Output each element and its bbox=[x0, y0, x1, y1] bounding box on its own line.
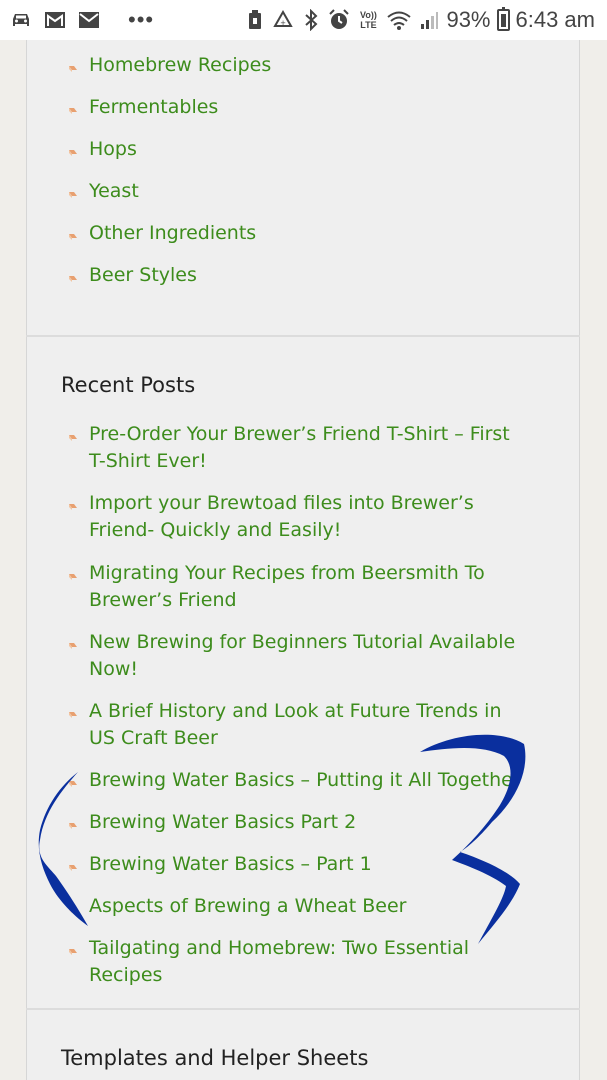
recent-post-link[interactable]: Pre-Order Your Brewer’s Friend T-Shirt –… bbox=[62, 421, 532, 475]
bullet-icon bbox=[69, 276, 77, 282]
category-link-fermentables[interactable]: Fermentables bbox=[62, 94, 532, 121]
category-item[interactable]: Beer Styles bbox=[62, 262, 532, 289]
category-link-yeast[interactable]: Yeast bbox=[62, 178, 532, 205]
bullet-icon bbox=[69, 435, 77, 441]
recent-post-link[interactable]: Brewing Water Basics – Putting it All To… bbox=[62, 767, 532, 794]
recent-posts-heading: Recent Posts bbox=[61, 373, 196, 397]
recent-post-item[interactable]: Brewing Water Basics Part 2 bbox=[62, 809, 532, 836]
category-item[interactable]: Yeast bbox=[62, 178, 532, 205]
battery-percent: 93% bbox=[446, 7, 491, 32]
bullet-icon bbox=[69, 823, 77, 829]
wifi-icon bbox=[386, 9, 412, 31]
battery-icon bbox=[496, 7, 510, 31]
category-item[interactable]: Hops bbox=[62, 136, 532, 163]
templates-heading: Templates and Helper Sheets bbox=[61, 1046, 369, 1070]
bullet-icon bbox=[69, 907, 77, 913]
recent-post-link[interactable]: Migrating Your Recipes from Beersmith To… bbox=[62, 560, 532, 614]
car-icon bbox=[10, 9, 32, 31]
recent-post-link[interactable]: Brewing Water Basics – Part 1 bbox=[62, 851, 532, 878]
bullet-icon bbox=[69, 781, 77, 787]
category-link-homebrew-recipes[interactable]: Homebrew Recipes bbox=[62, 52, 532, 79]
status-bar: ••• + Vo)) LTE 93% 6:43 am bbox=[0, 0, 607, 40]
widget-divider bbox=[26, 335, 580, 337]
recent-post-link[interactable]: Brewing Water Basics Part 2 bbox=[62, 809, 532, 836]
bullet-icon bbox=[69, 108, 77, 114]
category-link-beer-styles[interactable]: Beer Styles bbox=[62, 262, 532, 289]
category-link-hops[interactable]: Hops bbox=[62, 136, 532, 163]
recent-post-link[interactable]: Aspects of Brewing a Wheat Beer bbox=[62, 893, 532, 920]
clock: 6:43 am bbox=[515, 7, 596, 32]
alarm-icon bbox=[328, 9, 350, 31]
recent-post-item[interactable]: A Brief History and Look at Future Trend… bbox=[62, 698, 532, 752]
bullet-icon bbox=[69, 643, 77, 649]
bullet-icon bbox=[69, 150, 77, 156]
recent-post-item[interactable]: Migrating Your Recipes from Beersmith To… bbox=[62, 560, 532, 614]
recent-post-link[interactable]: Tailgating and Homebrew: Two Essential R… bbox=[62, 935, 532, 989]
bullet-icon bbox=[69, 712, 77, 718]
mail-icon bbox=[78, 9, 100, 31]
gmail-icon bbox=[44, 9, 66, 31]
bullet-icon bbox=[69, 949, 77, 955]
overflow-icon: ••• bbox=[128, 7, 155, 32]
bullet-icon bbox=[69, 66, 77, 72]
signal-icon bbox=[418, 9, 440, 31]
recent-post-item[interactable]: New Brewing for Beginners Tutorial Avail… bbox=[62, 629, 532, 683]
recycle-icon: + bbox=[272, 9, 294, 31]
status-bar-right: + Vo)) LTE 93% 6:43 am bbox=[244, 7, 607, 33]
bullet-icon bbox=[69, 234, 77, 240]
widget-divider bbox=[26, 1008, 580, 1010]
bullet-icon bbox=[69, 574, 77, 580]
bullet-icon bbox=[69, 504, 77, 510]
category-item[interactable]: Homebrew Recipes bbox=[62, 52, 532, 79]
volte-icon: Vo)) LTE bbox=[360, 10, 377, 30]
category-link-other-ingredients[interactable]: Other Ingredients bbox=[62, 220, 532, 247]
recent-post-item[interactable]: Aspects of Brewing a Wheat Beer bbox=[62, 893, 532, 920]
bullet-icon bbox=[69, 192, 77, 198]
recent-post-link[interactable]: New Brewing for Beginners Tutorial Avail… bbox=[62, 629, 532, 683]
nfc-icon bbox=[244, 9, 266, 31]
category-item[interactable]: Fermentables bbox=[62, 94, 532, 121]
svg-text:+: + bbox=[281, 19, 287, 27]
recent-post-link[interactable]: A Brief History and Look at Future Trend… bbox=[62, 698, 532, 752]
bullet-icon bbox=[69, 865, 77, 871]
recent-post-item[interactable]: Import your Brewtoad files into Brewer’s… bbox=[62, 490, 532, 544]
category-item[interactable]: Other Ingredients bbox=[62, 220, 532, 247]
recent-post-item[interactable]: Pre-Order Your Brewer’s Friend T-Shirt –… bbox=[62, 421, 532, 475]
bluetooth-icon bbox=[300, 9, 322, 31]
recent-post-item[interactable]: Tailgating and Homebrew: Two Essential R… bbox=[62, 935, 532, 989]
recent-post-item[interactable]: Brewing Water Basics – Part 1 bbox=[62, 851, 532, 878]
status-bar-left: ••• bbox=[0, 7, 154, 33]
recent-post-link[interactable]: Import your Brewtoad files into Brewer’s… bbox=[62, 490, 532, 544]
recent-post-item[interactable]: Brewing Water Basics – Putting it All To… bbox=[62, 767, 532, 794]
